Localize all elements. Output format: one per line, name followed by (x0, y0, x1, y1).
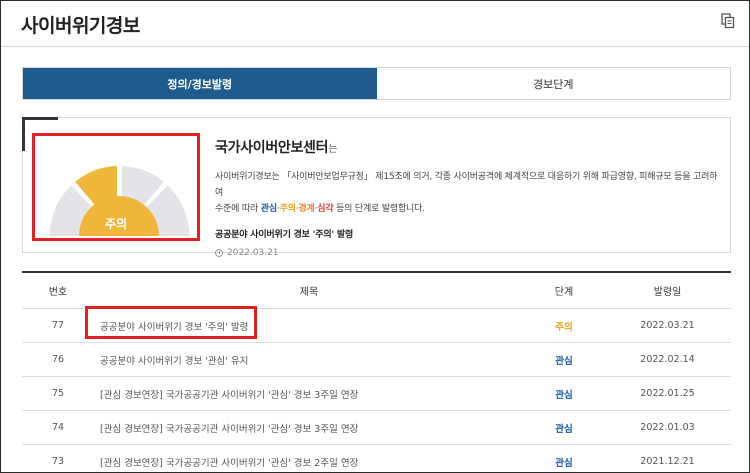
row-no: 74 (51, 422, 65, 433)
alert-history-table: 번호 제목 단계 발령일 77 공공분야 사이버위기 경보 '주의' 발령 주의… (22, 271, 731, 472)
copy-icon[interactable] (721, 13, 735, 29)
row-title: [관심 경보연장] 국가공공기관 사이버위기 '관심' 경보 3주일 연장 (94, 387, 524, 401)
latest-notice-date-text: 2022.03.21 (227, 248, 279, 258)
title-divider (1, 46, 749, 47)
latest-notice-title[interactable]: 공공분야 사이버위기 경보 '주의' 발령 (215, 227, 725, 240)
row-level: 관심 (555, 423, 573, 435)
row-title-link[interactable]: [관심 경보연장] 국가공공기관 사이버위기 '관심' 경보 2주일 연장 (100, 458, 358, 469)
alert-status-panel: 주의 국가사이버안보센터는 사이버위기경보는 「사이버안보업무규정」 제15조에… (22, 117, 731, 258)
row-level: 관심 (555, 457, 573, 469)
level-caution-text: 주의 (279, 204, 296, 214)
page-frame: 사이버위기경보 정의/경보발령 경보단계 주의 국가사이버안보센터는 사이버위기… (0, 0, 750, 473)
header-no: 번호 (48, 287, 68, 298)
row-no: 77 (51, 320, 65, 331)
level-alert-text: 경계 (298, 204, 315, 214)
current-level-label: 주의 (104, 217, 128, 231)
latest-notice-date: 2022.03.21 (215, 248, 725, 258)
org-heading: 국가사이버안보센터는 (215, 137, 725, 157)
alert-description: 사이버위기경보는 「사이버안보업무규정」 제15조에 의거, 각종 사이버공격에… (215, 169, 725, 217)
description-suffix: 등의 단계로 발령합니다. (333, 204, 425, 214)
row-date: 2022.01.25 (640, 388, 695, 399)
row-title: 공공분야 사이버위기 경보 '관심' 유지 (94, 353, 524, 367)
org-suffix: 는 (328, 144, 338, 155)
row-title: [관심 경보연장] 국가공공기관 사이버위기 '관심' 경보 3주일 연장 (94, 421, 524, 435)
description-line-1: 사이버위기경보는 「사이버안보업무규정」 제15조에 의거, 각종 사이버공격에… (215, 172, 718, 198)
tab-definition[interactable]: 정의/경보발령 (23, 68, 377, 99)
header-title: 제목 (299, 287, 319, 298)
row-date: 2022.02.14 (640, 354, 695, 365)
table-header: 번호 제목 단계 발령일 (22, 273, 731, 309)
row-date: 2022.01.03 (640, 422, 695, 433)
org-name: 국가사이버안보센터 (215, 140, 329, 156)
clock-icon (215, 249, 223, 257)
row-title-link[interactable]: 공공분야 사이버위기 경보 '관심' 유지 (100, 356, 248, 367)
row-date: 2022.03.21 (640, 320, 695, 331)
row-no: 75 (51, 388, 65, 399)
row-title-link[interactable]: [관심 경보연장] 국가공공기관 사이버위기 '관심' 경보 3주일 연장 (100, 390, 358, 401)
table-row[interactable]: 75 [관심 경보연장] 국가공공기관 사이버위기 '관심' 경보 3주일 연장… (22, 377, 731, 411)
table-row[interactable]: 76 공공분야 사이버위기 경보 '관심' 유지 관심 2022.02.14 (22, 343, 731, 377)
description-line-2: 수준에 따라 관심·주의·경계·심각 등의 단계로 발령합니다. (215, 204, 425, 214)
row-no: 73 (51, 456, 65, 467)
level-interest-text: 관심 (260, 204, 277, 214)
row-level: 주의 (555, 321, 573, 333)
alert-info: 국가사이버안보센터는 사이버위기경보는 「사이버안보업무규정」 제15조에 의거… (215, 137, 725, 258)
table-row[interactable]: 74 [관심 경보연장] 국가공공기관 사이버위기 '관심' 경보 3주일 연장… (22, 411, 731, 445)
table-row[interactable]: 73 [관심 경보연장] 국가공공기관 사이버위기 '관심' 경보 2주일 연장… (22, 445, 731, 472)
tab-alert-stages[interactable]: 경보단계 (376, 68, 730, 99)
highlight-annotation (85, 306, 257, 339)
level-serious-text: 심각 (317, 204, 334, 214)
page-title: 사이버위기경보 (21, 15, 140, 37)
row-no: 76 (51, 354, 65, 365)
header-level: 단계 (554, 287, 574, 298)
row-title-link[interactable]: [관심 경보연장] 국가공공기관 사이버위기 '관심' 경보 3주일 연장 (100, 424, 358, 435)
alert-gauge: 주의 (32, 133, 200, 241)
header-date: 발령일 (653, 287, 682, 298)
row-level: 관심 (555, 355, 573, 367)
row-date: 2021.12.21 (640, 456, 695, 467)
description-prefix: 수준에 따라 (215, 204, 261, 214)
row-level: 관심 (555, 389, 573, 401)
row-title: [관심 경보연장] 국가공공기관 사이버위기 '관심' 경보 2주일 연장 (94, 455, 524, 469)
tab-bar: 정의/경보발령 경보단계 (22, 67, 731, 100)
